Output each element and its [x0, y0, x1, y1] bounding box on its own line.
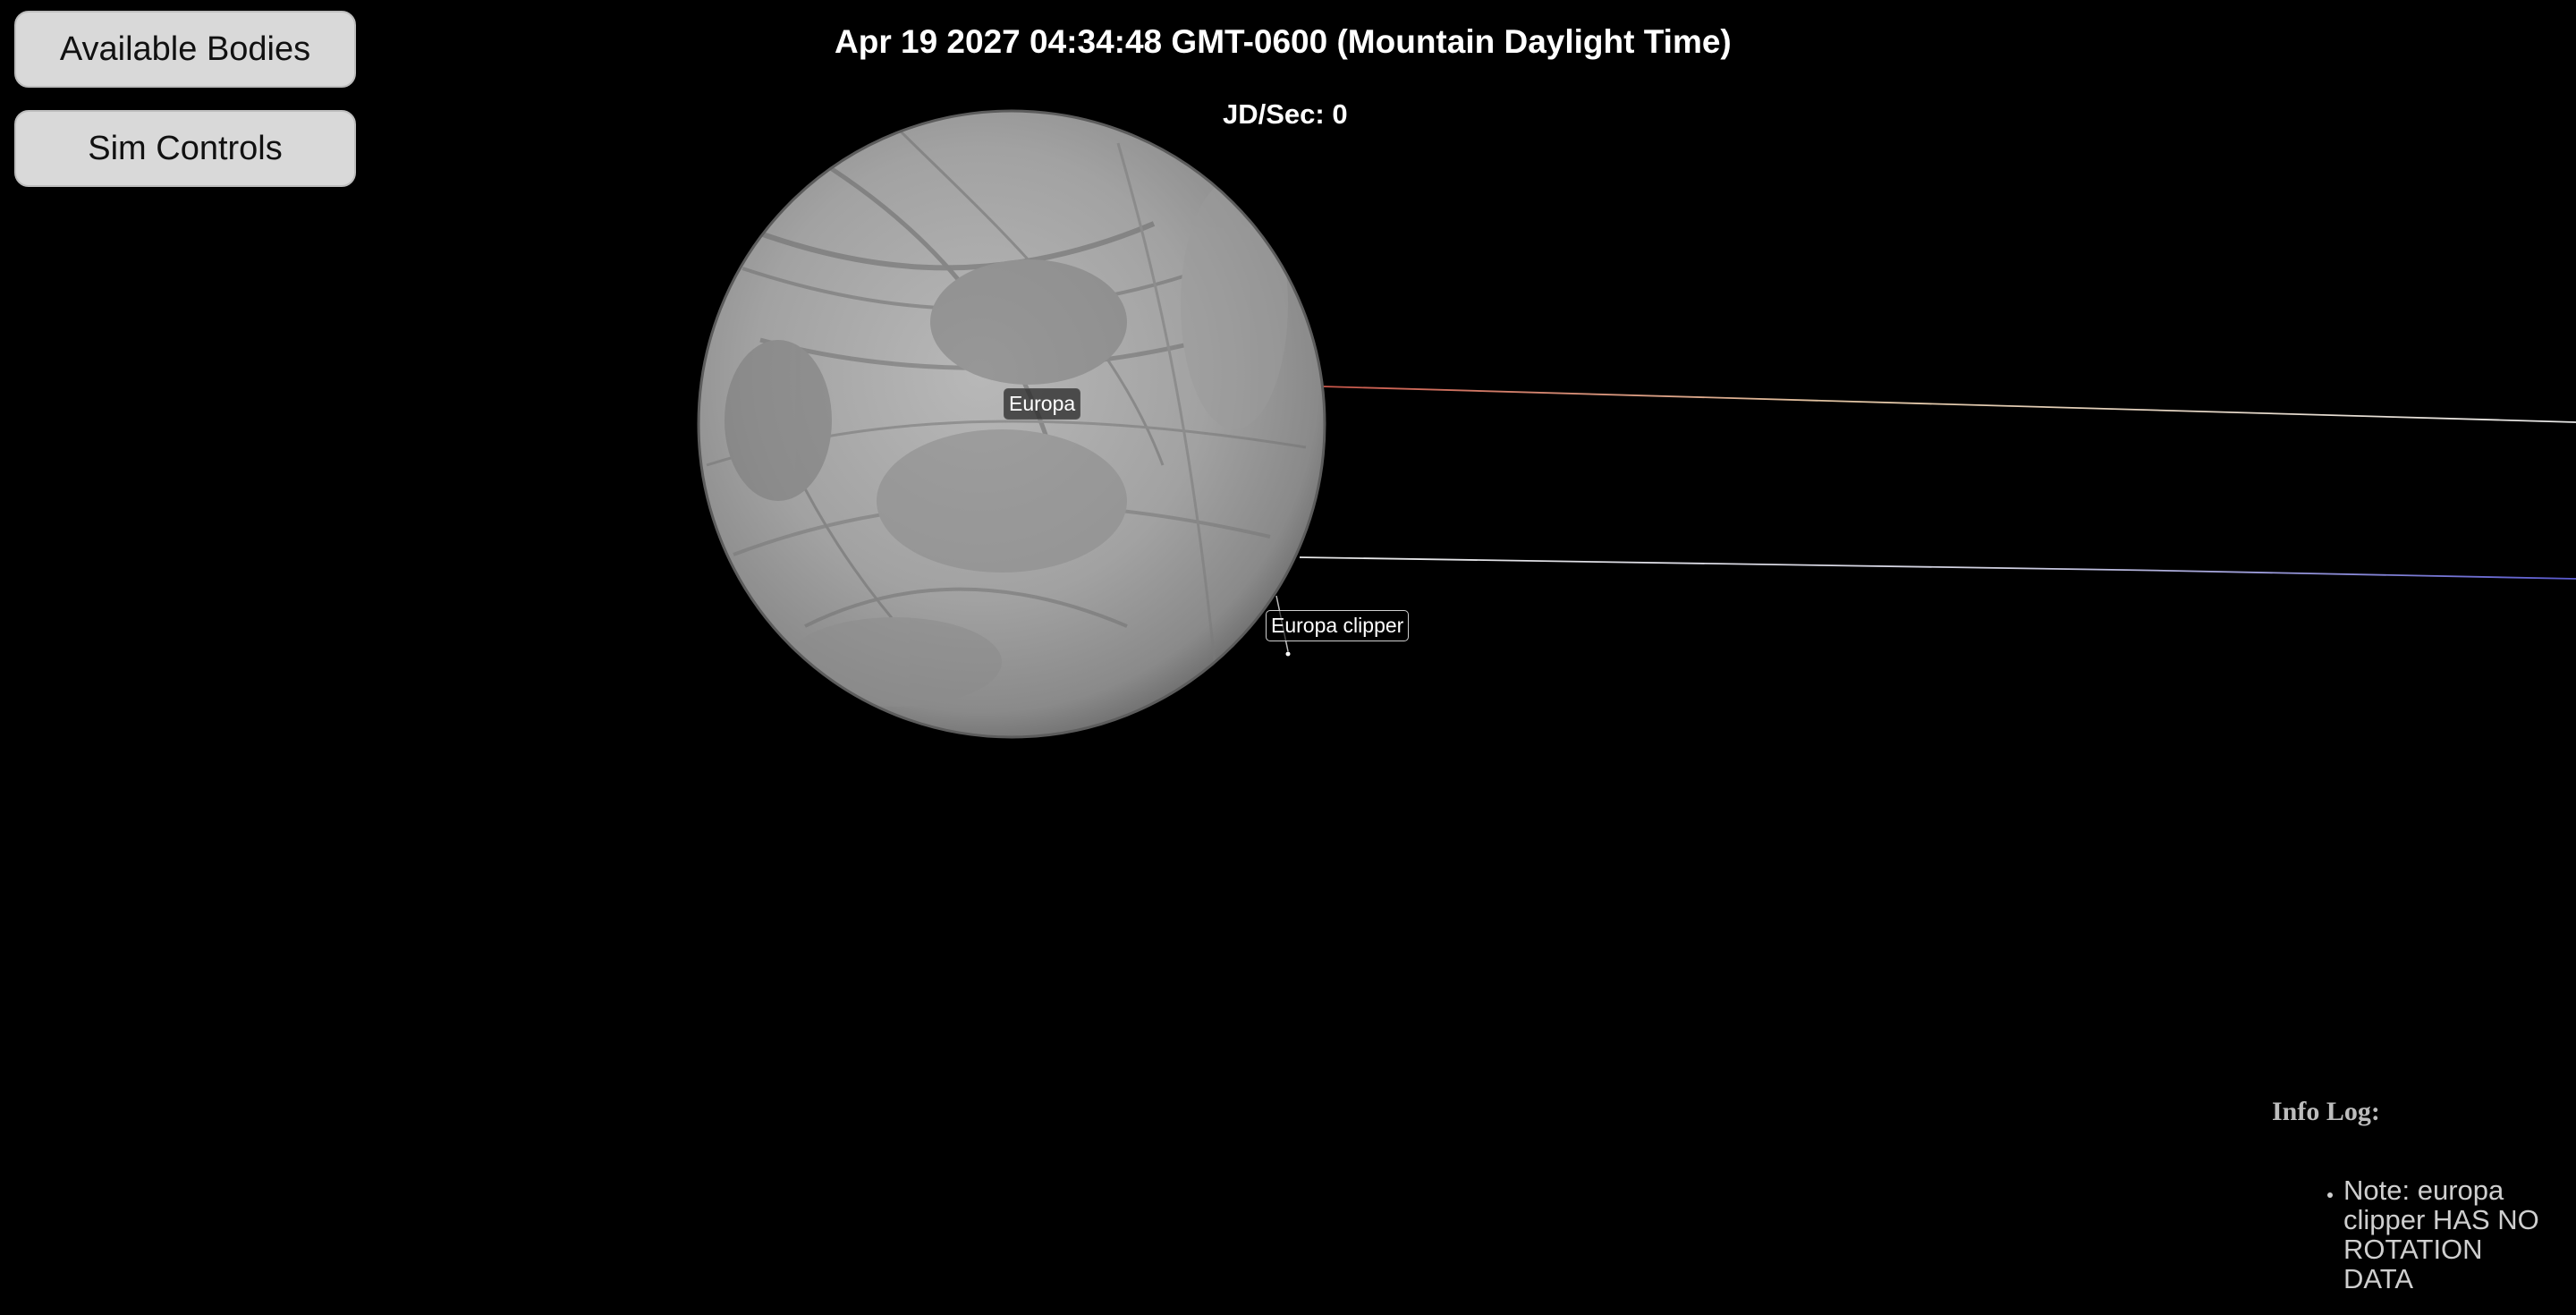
info-log-list: Note: europa clipper HAS NO ROTATION DAT… [2272, 1175, 2558, 1294]
sim-datetime: Apr 19 2027 04:34:48 GMT-0600 (Mountain … [835, 23, 1732, 60]
info-log-entry: Note: europa clipper HAS NO ROTATION DAT… [2343, 1175, 2558, 1294]
scene-canvas[interactable] [0, 0, 2576, 1315]
info-log-title: Info Log: [2272, 1097, 2380, 1126]
orbit-line-lower [1299, 556, 2576, 580]
europa-label[interactable]: Europa [1004, 388, 1081, 420]
sim-controls-button[interactable]: Sim Controls [14, 110, 356, 187]
jd-per-sec-readout: JD/Sec: 0 [1223, 98, 1348, 130]
info-log-panel: Info Log: Note: europa clipper HAS NO RO… [2272, 1097, 2576, 1294]
orbit-line-upper [1321, 386, 2576, 423]
europa-planet-icon[interactable] [697, 109, 1326, 739]
simulation-viewport[interactable]: Apr 19 2027 04:34:48 GMT-0600 (Mountain … [0, 0, 2576, 1315]
europa-clipper-label[interactable]: Europa clipper [1266, 610, 1410, 641]
available-bodies-button[interactable]: Available Bodies [14, 11, 356, 88]
